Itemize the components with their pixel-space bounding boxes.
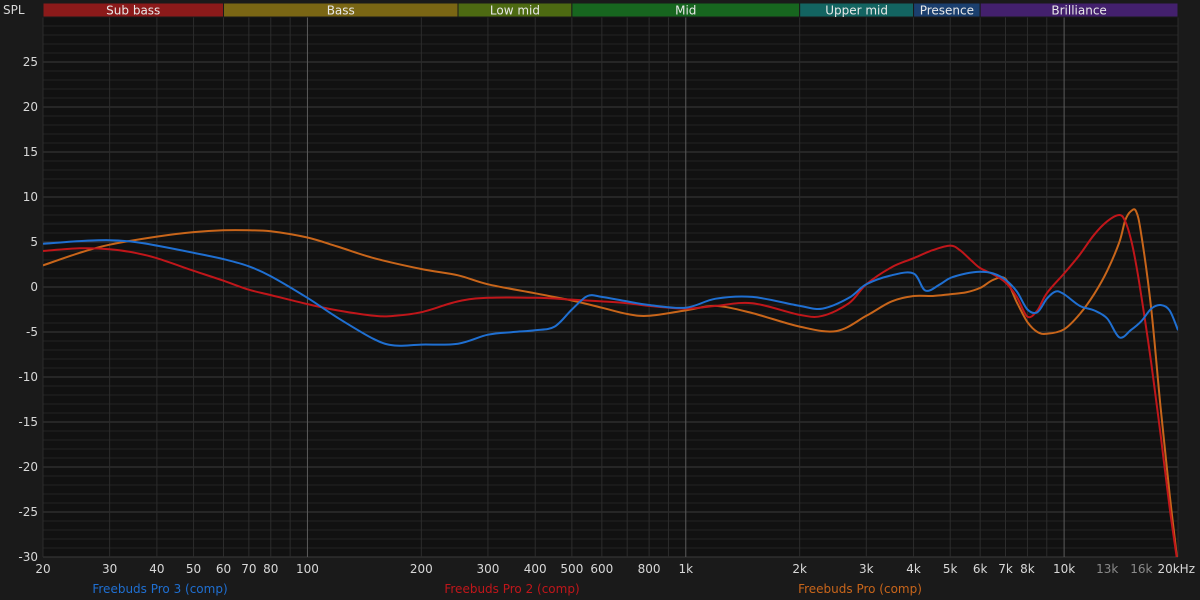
- band-label: Upper mid: [825, 4, 888, 18]
- band-mid: Mid: [571, 2, 801, 18]
- band-bass: Bass: [223, 2, 459, 18]
- legend-entry: Freebuds Pro 3 (comp): [92, 582, 227, 596]
- x-tick-label: 20: [35, 562, 50, 576]
- band-label: Low mid: [490, 4, 540, 18]
- y-tick-label: -10: [18, 370, 38, 384]
- x-tick-label: 1k: [678, 562, 693, 576]
- x-tick-label: 8k: [1020, 562, 1035, 576]
- band-label: Bass: [327, 4, 355, 18]
- legend-entry: Freebuds Pro 2 (comp): [444, 582, 579, 596]
- band-label: Sub bass: [106, 4, 160, 18]
- legend-entry: Freebuds Pro (comp): [798, 582, 922, 596]
- x-tick-label: 50: [186, 562, 201, 576]
- x-tick-label: 800: [638, 562, 661, 576]
- band-label: Presence: [920, 4, 974, 18]
- x-tick-label: 6k: [973, 562, 988, 576]
- x-tick-label: 3k: [859, 562, 874, 576]
- y-tick-label: 20: [23, 100, 38, 114]
- band-sub-bass: Sub bass: [42, 2, 225, 18]
- y-tick-label: -20: [18, 460, 38, 474]
- x-tick-label: 100: [296, 562, 319, 576]
- y-tick-label: 0: [30, 280, 38, 294]
- x-tick-label: 600: [590, 562, 613, 576]
- band-upper-mid: Upper mid: [799, 2, 915, 18]
- x-tick-label: 70: [241, 562, 256, 576]
- x-tick-label: 60: [216, 562, 231, 576]
- x-tick-label: 16k: [1130, 562, 1152, 576]
- y-tick-label: -5: [26, 325, 38, 339]
- frequency-response-chart: Sub bass Bass Low mid Mid Upper mid Presence B…: [0, 0, 1200, 600]
- y-tick-label: 10: [23, 190, 38, 204]
- band-presence: Presence: [913, 2, 981, 18]
- y-tick-label: -15: [18, 415, 38, 429]
- legend: Freebuds Pro 3 (comp) Freebuds Pro 2 (com…: [92, 582, 922, 596]
- x-tick-label: 40: [149, 562, 164, 576]
- x-tick-label: 30: [102, 562, 117, 576]
- frequency-band-bar: Sub bass Bass Low mid Mid Upper mid Presence B…: [42, 2, 1179, 18]
- x-tick-label: 13k: [1096, 562, 1118, 576]
- x-tick-label: 7k: [998, 562, 1013, 576]
- x-tick-label: 5k: [943, 562, 958, 576]
- x-tick-label: 10k: [1053, 562, 1075, 576]
- y-tick-label: 5: [30, 235, 38, 249]
- x-tick-label: 2k: [792, 562, 807, 576]
- y-tick-label: -25: [18, 505, 38, 519]
- band-label: Brilliance: [1051, 4, 1106, 18]
- x-tick-label: 20kHz: [1157, 562, 1195, 576]
- band-low-mid: Low mid: [457, 2, 573, 18]
- x-tick-label: 200: [410, 562, 433, 576]
- x-tick-label: 400: [524, 562, 547, 576]
- x-tick-label: 300: [477, 562, 500, 576]
- x-tick-label: 500: [560, 562, 583, 576]
- x-tick-label: 80: [263, 562, 278, 576]
- grid-lines: [42, 16, 1179, 558]
- y-tick-label: 15: [23, 145, 38, 159]
- x-tick-label: 4k: [906, 562, 921, 576]
- y-axis-label: SPL: [3, 3, 25, 17]
- y-tick-label: 25: [23, 55, 38, 69]
- band-label: Mid: [675, 4, 696, 18]
- band-brilliance: Brilliance: [979, 2, 1179, 18]
